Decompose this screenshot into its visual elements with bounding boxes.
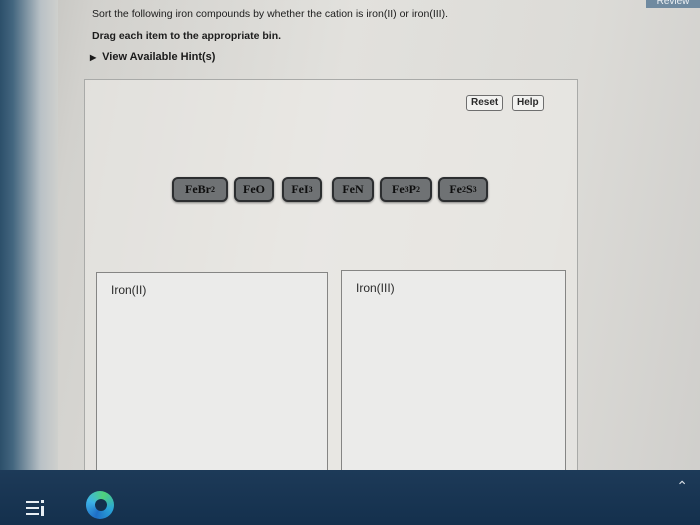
draggable-item[interactable]: FeN bbox=[332, 177, 374, 202]
task-view-icon[interactable] bbox=[26, 500, 44, 518]
draggable-item[interactable]: FeBr 2 bbox=[172, 177, 228, 202]
instructions: Sort the following iron compounds by whe… bbox=[92, 8, 448, 42]
hints-label: View Available Hint(s) bbox=[102, 51, 216, 63]
draggable-item[interactable]: FeI 3 bbox=[282, 177, 322, 202]
view-hints-toggle[interactable]: ▶ View Available Hint(s) bbox=[90, 51, 215, 63]
draggable-item[interactable]: Fe 3 P 2 bbox=[380, 177, 432, 202]
help-button[interactable]: Help bbox=[512, 95, 544, 111]
bin-iron-iii[interactable]: Iron(III) bbox=[341, 270, 566, 472]
reset-button[interactable]: Reset bbox=[466, 95, 504, 111]
bin-iron-ii[interactable]: Iron(II) bbox=[96, 272, 328, 472]
review-link[interactable]: Review bbox=[646, 0, 700, 8]
bin-label: Iron(III) bbox=[356, 281, 395, 295]
draggable-item[interactable]: Fe 2 S 3 bbox=[438, 177, 488, 202]
instruction-text: Sort the following iron compounds by whe… bbox=[92, 8, 448, 20]
background-strip bbox=[0, 0, 58, 470]
edge-browser-icon[interactable] bbox=[86, 491, 114, 519]
caret-right-icon: ▶ bbox=[90, 53, 97, 62]
chevron-up-icon[interactable]: ⌃ bbox=[676, 478, 688, 495]
drag-instruction-text: Drag each item to the appropriate bin. bbox=[92, 30, 282, 42]
draggable-item[interactable]: FeO bbox=[234, 177, 274, 202]
bin-label: Iron(II) bbox=[111, 283, 147, 297]
